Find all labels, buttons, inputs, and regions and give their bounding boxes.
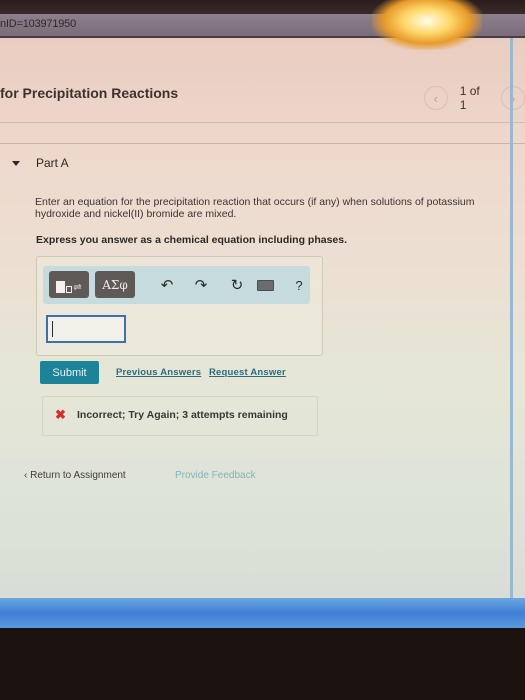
assignment-header: for Precipitation Reactions ‹ 1 of 1 › [0,38,525,130]
templates-button[interactable]: ⇌ [49,271,89,298]
part-label: Part A [36,156,69,170]
undo-button[interactable]: ↶ [157,274,177,296]
question-text: Enter an equation for the precipitation … [35,196,475,220]
return-label: Return to Assignment [30,470,126,481]
provide-feedback-link[interactable]: Provide Feedback [175,470,256,481]
submit-button[interactable]: Submit [40,361,99,384]
instruction-text: Express you answer as a chemical equatio… [36,234,348,246]
taskbar [0,598,525,628]
redo-icon: ↷ [194,277,208,294]
text-cursor [52,321,53,337]
feedback-message: ✖ Incorrect; Try Again; 3 attempts remai… [42,396,318,436]
page-content: for Precipitation Reactions ‹ 1 of 1 › P… [0,38,525,598]
math-toolbar: ⇌ ΑΣφ ↶ ↷ ↻ ? [43,266,310,304]
keyboard-icon [256,279,274,291]
reset-icon: ↻ [230,277,244,294]
divider [0,143,525,144]
templates-icon: ⇌ [56,277,82,293]
next-item-button[interactable]: › [501,86,525,110]
undo-icon: ↶ [160,277,174,294]
url-text: nID=103971950 [0,18,77,30]
divider [0,122,525,123]
address-bar[interactable]: nID=103971950 [0,14,525,38]
help-button[interactable]: ? [289,274,309,296]
return-to-assignment-link[interactable]: ‹ Return to Assignment [24,470,126,481]
request-answer-link[interactable]: Request Answer [209,367,286,378]
answer-panel: ⇌ ΑΣφ ↶ ↷ ↻ ? [36,256,323,356]
caret-down-icon [12,160,20,166]
previous-item-button[interactable]: ‹ [424,86,448,110]
previous-answers-link[interactable]: Previous Answers [116,367,201,378]
redo-button[interactable]: ↷ [191,274,211,296]
x-icon: ✖ [55,407,66,422]
window-edge [510,38,513,598]
keyboard-button[interactable] [255,274,275,296]
pager-text: 1 of 1 [459,84,480,112]
answer-input[interactable] [46,315,126,343]
monitor-bezel-top [0,0,525,14]
reset-button[interactable]: ↻ [227,274,247,296]
part-a-toggle[interactable]: Part A [12,156,69,170]
monitor-bezel-bottom [0,628,525,700]
symbols-button[interactable]: ΑΣφ [95,271,135,298]
chevron-left-icon: ‹ [433,90,439,106]
feedback-text: Incorrect; Try Again; 3 attempts remaini… [77,409,288,421]
page-title: for Precipitation Reactions [0,85,179,101]
